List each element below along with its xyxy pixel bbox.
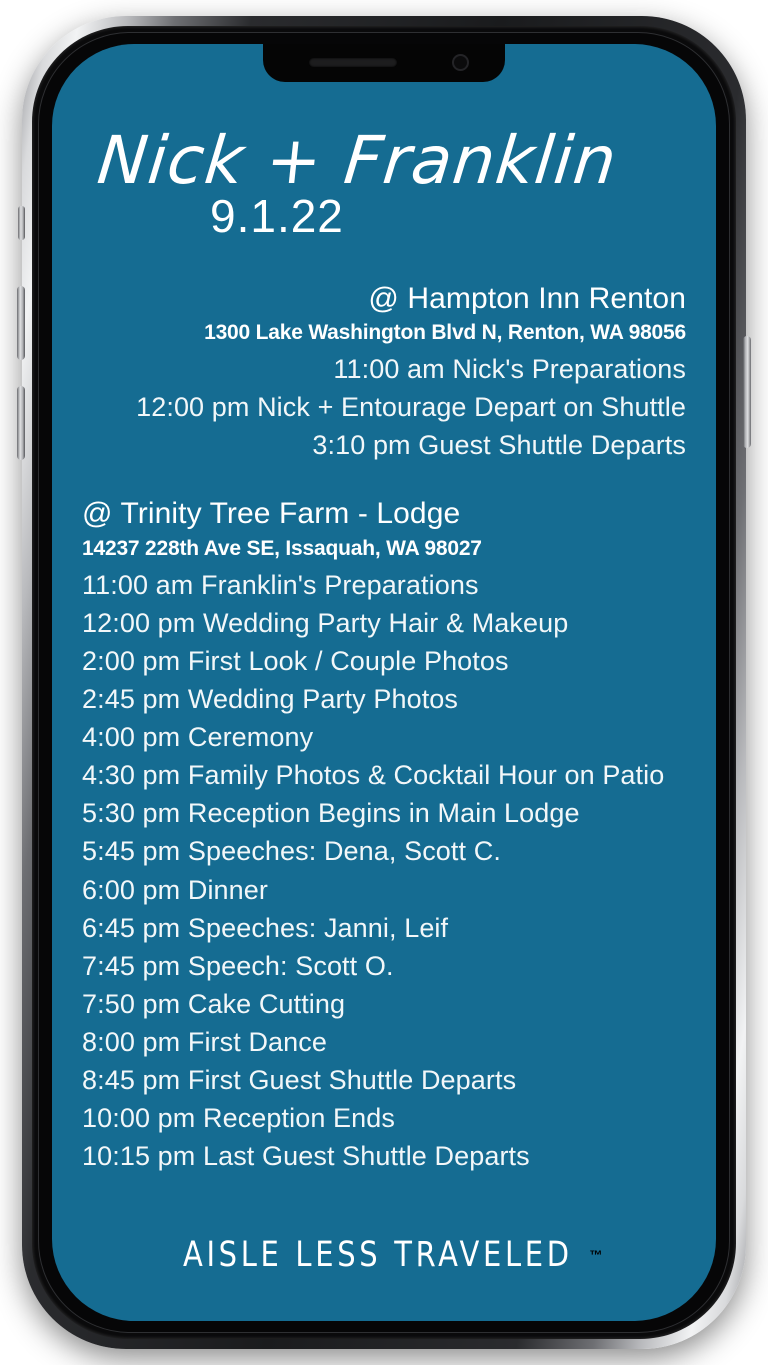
schedule-item: 8:00 pm First Dance	[82, 1026, 327, 1057]
venue-name: @ Hampton Inn Renton	[368, 281, 686, 315]
front-camera-icon	[452, 54, 469, 71]
venue-separator	[80, 472, 688, 494]
power-button[interactable]	[743, 336, 751, 448]
venue-schedule: 11:00 am Nick's Preparations 12:00 pm Ni…	[80, 350, 686, 464]
schedule-item: 10:00 pm Reception Ends	[82, 1102, 395, 1133]
mute-switch-button[interactable]	[18, 206, 25, 240]
brand-logo: AISLE LESS TRAVELED ™	[52, 1235, 716, 1275]
schedule-item: 7:50 pm Cake Cutting	[82, 988, 346, 1019]
schedule-item: 4:30 pm Family Photos & Cocktail Hour on…	[82, 760, 665, 791]
brand-name: AISLE LESS TRAVELED	[182, 1235, 573, 1275]
trademark-symbol: ™	[589, 1247, 603, 1263]
schedule-item: 12:00 pm Nick + Entourage Depart on Shut…	[136, 392, 686, 423]
schedule-item: 3:10 pm Guest Shuttle Departs	[312, 430, 686, 461]
schedule-item: 2:00 pm First Look / Couple Photos	[82, 646, 509, 677]
schedule-item: 5:30 pm Reception Begins in Main Lodge	[82, 798, 580, 829]
schedule-item: 4:00 pm Ceremony	[82, 722, 314, 753]
schedule-item: 10:15 pm Last Guest Shuttle Departs	[82, 1140, 530, 1171]
phone-notch	[263, 44, 505, 82]
venue-block: @ Hampton Inn Renton 1300 Lake Washingto…	[80, 279, 688, 465]
venue-list: @ Hampton Inn Renton 1300 Lake Washingto…	[80, 279, 688, 1175]
schedule-item: 11:00 am Franklin's Preparations	[82, 570, 479, 600]
volume-up-button[interactable]	[17, 286, 25, 360]
venue-address: 14237 228th Ave SE, Issaquah, WA 98027	[82, 537, 482, 561]
phone-screen: Nick + Franklin 9.1.22 @ Hampton Inn Ren…	[52, 44, 716, 1321]
schedule-item: 8:45 pm First Guest Shuttle Departs	[82, 1064, 517, 1095]
phone-mockup: Nick + Franklin 9.1.22 @ Hampton Inn Ren…	[0, 0, 768, 1365]
venue-address: 1300 Lake Washington Blvd N, Renton, WA …	[204, 321, 686, 345]
schedule-item: 2:45 pm Wedding Party Photos	[82, 684, 459, 715]
volume-down-button[interactable]	[17, 386, 25, 460]
venue-name: @ Trinity Tree Farm - Lodge	[82, 497, 461, 531]
schedule-item: 6:00 pm Dinner	[82, 874, 268, 905]
schedule-item: 7:45 pm Speech: Scott O.	[82, 950, 394, 981]
venue-schedule: 11:00 am Franklin's Preparations 12:00 p…	[82, 566, 688, 1175]
schedule-item: 12:00 pm Wedding Party Hair & Makeup	[82, 608, 569, 639]
schedule-item: 11:00 am Nick's Preparations	[333, 354, 686, 385]
venue-block: @ Trinity Tree Farm - Lodge 14237 228th …	[80, 494, 688, 1175]
earpiece-speaker-icon	[309, 58, 397, 67]
schedule-item: 5:45 pm Speeches: Dena, Scott C.	[82, 836, 501, 867]
schedule-item: 6:45 pm Speeches: Janni, Leif	[82, 912, 449, 943]
couple-names: Nick + Franklin	[94, 122, 621, 199]
timeline-content: Nick + Franklin 9.1.22 @ Hampton Inn Ren…	[52, 44, 716, 1321]
